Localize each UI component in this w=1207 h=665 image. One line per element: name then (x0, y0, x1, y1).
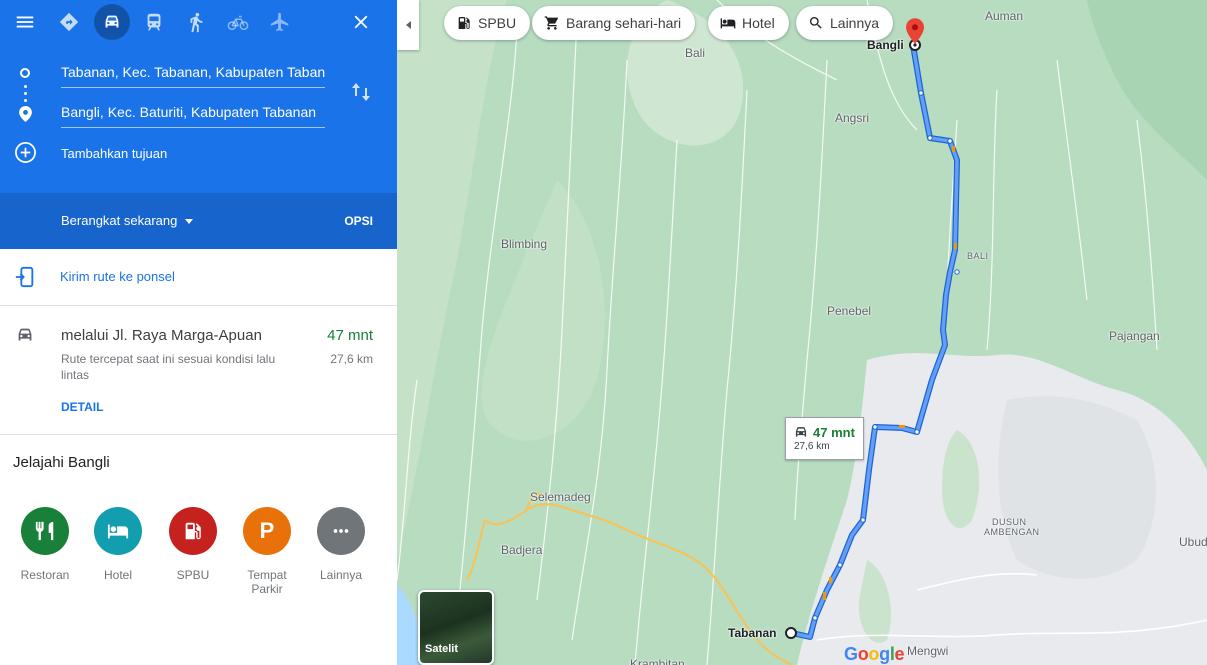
gas-station-icon (458, 17, 470, 29)
options-button[interactable]: OPSI (344, 214, 373, 228)
add-destination-icon[interactable] (14, 141, 37, 164)
parking-icon: P (243, 507, 291, 555)
mode-transit-button[interactable] (136, 4, 172, 40)
close-button[interactable] (343, 4, 379, 40)
origin-dot-icon (20, 68, 30, 78)
explore-title: Jelajahi Bangli (13, 454, 110, 471)
flight-icon (270, 12, 289, 32)
send-to-phone-label: Kirim rute ke ponsel (60, 269, 175, 284)
route-duration: 47 mnt (327, 327, 373, 344)
destination-pin-icon (19, 106, 32, 122)
more-icon (317, 507, 365, 555)
chevron-left-icon (405, 21, 411, 29)
place-label: Pajangan (1109, 329, 1160, 343)
directions-header: Tabanan, Kec. Tabanan, Kabupaten Tabanan… (0, 0, 397, 193)
route-dots-icon (24, 99, 27, 102)
place-label[interactable]: Tabanan (728, 626, 776, 640)
cart-icon (544, 16, 558, 30)
place-label: Auman (985, 9, 1024, 23)
mode-best-button[interactable] (51, 4, 87, 40)
explore-item-label: Lainnya (319, 568, 363, 582)
mode-walk-button[interactable] (178, 4, 214, 40)
place-label: Blimbing (501, 237, 548, 251)
send-to-phone-row[interactable]: Kirim rute ke ponsel (0, 249, 397, 306)
chip-label: SPBU (478, 15, 517, 31)
satellite-layer-toggle[interactable]: Satelit (418, 590, 494, 665)
map-canvas[interactable]: SPBU Barang sehari-hari Hotel Lainnya Ba… (397, 0, 1207, 665)
depart-time-label: Berangkat sekarang (61, 213, 178, 228)
gas-station-icon (169, 507, 217, 555)
explore-parking[interactable]: P Tempat Parkir (230, 507, 304, 596)
route-info-callout[interactable]: 47 mnt 27,6 km (785, 417, 864, 460)
send-to-phone-icon (15, 266, 34, 288)
explore-gas-station[interactable]: SPBU (156, 507, 230, 582)
search-icon (810, 17, 822, 29)
chip-label: Barang sehari-hari (566, 15, 682, 31)
swap-icon[interactable] (351, 81, 371, 103)
callout-duration: 47 mnt (813, 425, 855, 440)
chevron-down-icon (185, 219, 194, 224)
chip-label: Lainnya (830, 15, 880, 31)
place-label: Angsri (835, 111, 870, 125)
place-label: Bali (685, 46, 706, 60)
explore-item-label: SPBU (176, 568, 210, 582)
destination-input[interactable]: Bangli, Kec. Baturiti, Kabupaten Tabanan (61, 98, 325, 128)
place-label: Badjera (501, 543, 543, 557)
transit-icon (147, 13, 161, 31)
explore-item-label: Tempat Parkir (247, 568, 287, 596)
explore-item-label: Hotel (103, 568, 132, 582)
mode-flight-button[interactable] (262, 4, 298, 40)
car-icon (105, 15, 119, 28)
callout-distance: 27,6 km (794, 441, 830, 452)
chip-hotel[interactable]: Hotel (708, 6, 789, 40)
car-icon (18, 328, 32, 341)
explore-item-label: Restoran (20, 568, 70, 582)
place-label: Penebel (827, 304, 872, 318)
region-label: BALI (967, 251, 989, 261)
place-label: Mengwi (907, 644, 949, 658)
directions-panel: Tabanan, Kec. Tabanan, Kabupaten Tabanan… (0, 0, 397, 665)
route-distance: 27,6 km (330, 352, 373, 366)
route-dots-icon (24, 85, 27, 88)
google-logo: Google (844, 644, 905, 664)
route-dots-icon (24, 92, 27, 95)
explore-more[interactable]: Lainnya (304, 507, 378, 582)
place-label[interactable]: Bangli (867, 38, 904, 52)
car-icon (795, 427, 807, 437)
collapse-panel-button[interactable] (397, 0, 419, 50)
map-base-layer (397, 0, 1207, 665)
route-details-button[interactable]: DETAIL (61, 400, 103, 414)
explore-restaurant[interactable]: Restoran (8, 507, 82, 582)
hotel-icon (94, 507, 142, 555)
travel-mode-bar (0, 4, 397, 46)
close-icon (354, 15, 368, 29)
chip-groceries[interactable]: Barang sehari-hari (532, 6, 696, 40)
chip-gas-station[interactable]: SPBU (444, 6, 531, 40)
satellite-label: Satelit (425, 643, 459, 655)
chip-more[interactable]: Lainnya (796, 6, 894, 40)
route-icon (59, 12, 79, 32)
add-destination-link[interactable]: Tambahkan tujuan (61, 146, 167, 161)
depart-time-dropdown[interactable]: Berangkat sekarang (61, 213, 194, 228)
explore-hotel[interactable]: Hotel (81, 507, 155, 582)
destination-pin-icon[interactable] (906, 18, 924, 44)
menu-icon (16, 16, 34, 28)
mode-car-button[interactable] (94, 4, 130, 40)
route-description: Rute tercepat saat ini sesuai kondisi la… (61, 352, 276, 382)
place-label: Selemadeg (530, 490, 591, 504)
chip-label: Hotel (742, 15, 775, 31)
mode-bicycle-button[interactable] (220, 4, 256, 40)
menu-button[interactable] (7, 4, 43, 40)
origin-input[interactable]: Tabanan, Kec. Tabanan, Kabupaten Tabanan (61, 58, 325, 88)
region-label: AMBENGAN (984, 527, 1040, 537)
hotel-icon (720, 18, 736, 29)
place-label: Krambitan (630, 657, 685, 665)
bicycle-icon (227, 15, 249, 31)
restaurant-icon (21, 507, 69, 555)
walk-icon (190, 12, 203, 33)
route-option-card[interactable]: melalui Jl. Raya Marga-Apuan 47 mnt Rute… (0, 306, 397, 435)
depart-options-bar: Berangkat sekarang OPSI (0, 193, 397, 249)
route-via-text: melalui Jl. Raya Marga-Apuan (61, 327, 262, 344)
place-label: Ubud (1179, 535, 1207, 549)
